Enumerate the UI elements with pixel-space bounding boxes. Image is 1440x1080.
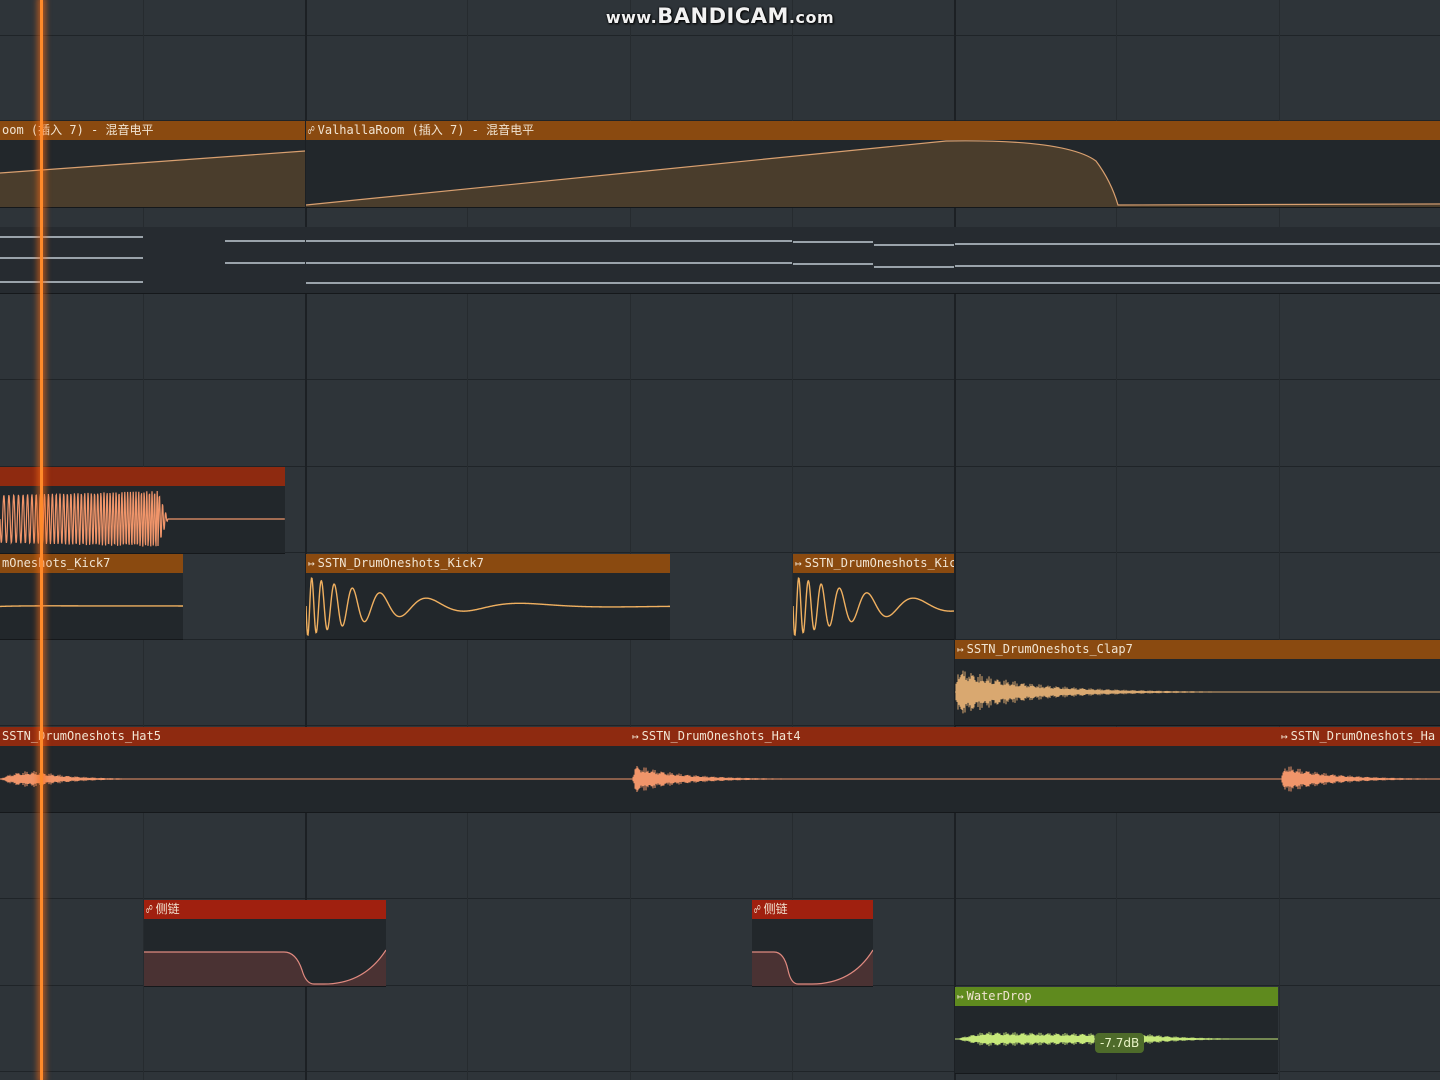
volume-badge[interactable]: -7.7dB [1095, 1033, 1145, 1053]
clip-header[interactable]: ↦SSTN_DrumOneshots_Kick7 [793, 554, 954, 573]
clip-label: SSTN_DrumOneshots_Ha [1290, 729, 1436, 743]
clip-header[interactable]: mOneshots_Kick7 [0, 554, 183, 573]
clip-label: SSTN_DrumOneshots_Hat4 [641, 729, 801, 743]
automation-curve [144, 949, 386, 986]
automation-curve [752, 949, 873, 986]
automation-curve [0, 150, 305, 207]
clip-label: SSTN_DrumOneshots_Kick7 [804, 556, 954, 570]
automation-clip-sidechain[interactable]: ☍ 侧链 [752, 900, 873, 987]
automation-clip[interactable]: oom (插入 7) - 混音电平 [0, 121, 305, 208]
audio-clip-hat[interactable]: SSTN_DrumOneshots_Hat5 ↦ SSTN_DrumOneshot… [0, 727, 1440, 813]
lane-separator [0, 35, 1440, 36]
audio-clip-icon: ↦ [957, 643, 964, 656]
waveform [306, 577, 670, 637]
audio-clip-icon: ↦ [308, 557, 315, 570]
audio-clip-icon: ↦ [795, 557, 802, 570]
note-lines [0, 236, 1440, 284]
waveform [793, 577, 954, 637]
audio-clip-waterdrop[interactable]: ↦ WaterDrop -7.7dB [955, 987, 1278, 1074]
pattern-lane[interactable] [0, 227, 1440, 294]
clip-label: SSTN_DrumOneshots_Clap7 [966, 642, 1133, 656]
audio-clip-clap[interactable]: ↦ SSTN_DrumOneshots_Clap7 [955, 640, 1440, 726]
clip-label: SSTN_DrumOneshots_Hat5 [2, 729, 161, 743]
audio-clip-icon: ↦ [957, 990, 964, 1003]
lane-separator [0, 898, 1440, 899]
clip-label: SSTN_DrumOneshots_Kick7 [317, 556, 484, 570]
clip-header[interactable]: ↦ WaterDrop [955, 987, 1278, 1006]
audio-clip-icon: ↦ [632, 730, 639, 743]
waveform [0, 605, 183, 608]
lane-separator [0, 379, 1440, 380]
clip-label: WaterDrop [966, 989, 1032, 1003]
automation-curve [306, 140, 1440, 207]
clip-header[interactable]: ↦ SSTN_DrumOneshots_Ha [1281, 727, 1435, 746]
recording-watermark: www.BANDICAM.com [605, 4, 835, 28]
playhead[interactable] [40, 0, 43, 1080]
waveform [0, 766, 1440, 792]
clip-label: mOneshots_Kick7 [2, 556, 111, 570]
clip-header[interactable]: ↦ SSTN_DrumOneshots_Hat4 [632, 727, 801, 746]
automation-clip[interactable]: ☍ ValhallaRoom (插入 7) - 混音电平 [306, 121, 1440, 208]
automation-clip-sidechain[interactable]: ☍ 侧链 [144, 900, 386, 987]
clip-header[interactable]: ↦SSTN_DrumOneshots_Kick7 [306, 554, 670, 573]
audio-clip-kick[interactable]: ↦SSTN_DrumOneshots_Kick7 [306, 554, 670, 640]
audio-clip-kick[interactable]: ↦SSTN_DrumOneshots_Kick7 [793, 554, 954, 640]
audio-clip-icon: ↦ [1281, 730, 1288, 743]
clip-header[interactable]: ↦ SSTN_DrumOneshots_Clap7 [955, 640, 1440, 659]
waveform [955, 670, 1440, 714]
audio-clip-kick[interactable]: mOneshots_Kick7 [0, 554, 183, 640]
